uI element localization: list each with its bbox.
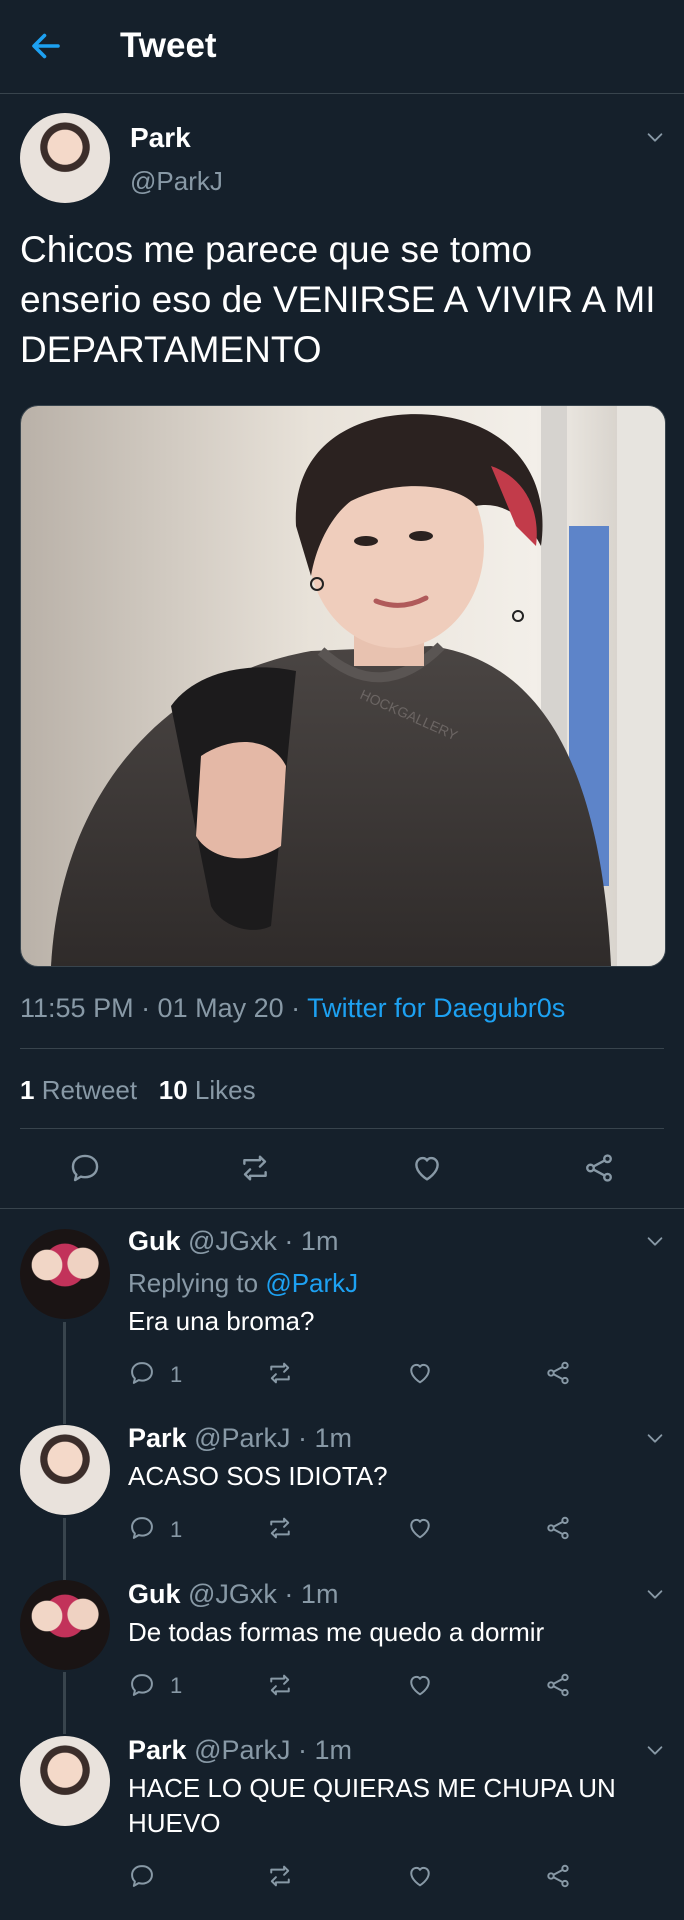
- reply-author[interactable]: Guk @JGxk · 1m: [128, 1579, 338, 1610]
- chevron-down-icon[interactable]: [644, 1583, 666, 1605]
- retweet-icon[interactable]: [266, 1862, 294, 1890]
- like-count[interactable]: 10: [159, 1075, 188, 1105]
- chevron-down-icon[interactable]: [644, 1739, 666, 1761]
- reply-icon[interactable]: [68, 1151, 102, 1185]
- reply-meta: @ParkJ · 1m: [186, 1735, 352, 1765]
- avatar[interactable]: [20, 1229, 110, 1319]
- share-icon[interactable]: [582, 1151, 616, 1185]
- share-icon[interactable]: [544, 1359, 572, 1387]
- thread-line: [63, 1672, 66, 1734]
- reply-author-name[interactable]: Guk: [128, 1226, 181, 1256]
- tweet-text: Chicos me parece que se tomo enserio eso…: [20, 229, 656, 370]
- reply-text: De todas formas me quedo a dormir: [128, 1617, 545, 1647]
- reply-count: 1: [170, 1362, 183, 1387]
- back-arrow-icon[interactable]: [28, 28, 64, 64]
- avatar[interactable]: [20, 1736, 110, 1826]
- reply-meta: @JGxk · 1m: [180, 1579, 339, 1609]
- reply-icon[interactable]: [128, 1359, 156, 1387]
- avatar[interactable]: [20, 1580, 110, 1670]
- client-source-link[interactable]: Twitter for Daegubr0s: [307, 993, 565, 1023]
- reply-author-name[interactable]: Park: [128, 1735, 187, 1765]
- reply-author-name[interactable]: Guk: [128, 1579, 181, 1609]
- reply-author[interactable]: Park @ParkJ · 1m: [128, 1423, 352, 1454]
- reply-count: 1: [170, 1673, 183, 1698]
- reply-author[interactable]: Guk @JGxk · 1m: [128, 1226, 338, 1257]
- retweet-icon[interactable]: [266, 1671, 294, 1699]
- like-icon[interactable]: [406, 1862, 434, 1890]
- photo-illustration: HOCKGALLERY: [21, 406, 665, 966]
- retweet-icon[interactable]: [266, 1514, 294, 1542]
- share-icon[interactable]: [544, 1862, 572, 1890]
- retweet-count[interactable]: 1: [20, 1075, 34, 1105]
- retweet-icon[interactable]: [238, 1151, 272, 1185]
- reply-text: ACASO SOS IDIOTA?: [128, 1461, 388, 1491]
- share-icon[interactable]: [544, 1514, 572, 1542]
- avatar[interactable]: [20, 113, 110, 203]
- divider: [20, 1048, 664, 1049]
- share-icon[interactable]: [544, 1671, 572, 1699]
- chevron-down-icon[interactable]: [644, 126, 666, 148]
- chevron-down-icon[interactable]: [644, 1427, 666, 1449]
- reply-icon[interactable]: [128, 1514, 156, 1542]
- time-text: 11:55 PM · 01 May 20 ·: [20, 993, 308, 1023]
- author-name[interactable]: Park: [130, 122, 191, 154]
- reply-author[interactable]: Park @ParkJ · 1m: [128, 1735, 352, 1766]
- like-icon[interactable]: [406, 1671, 434, 1699]
- reply-icon[interactable]: [128, 1671, 156, 1699]
- mention-link[interactable]: @ParkJ: [265, 1268, 358, 1298]
- divider: [0, 1208, 684, 1209]
- like-icon[interactable]: [410, 1151, 444, 1185]
- retweet-icon[interactable]: [266, 1359, 294, 1387]
- avatar[interactable]: [20, 1425, 110, 1515]
- reply-meta: @JGxk · 1m: [180, 1226, 339, 1256]
- tweet-timestamp: 11:55 PM · 01 May 20 · Twitter for Daegu…: [20, 993, 565, 1024]
- retweet-label[interactable]: Retweet: [42, 1075, 137, 1105]
- page-title: Tweet: [120, 26, 217, 65]
- divider: [20, 1128, 664, 1129]
- reply-text: HACE LO QUE QUIERAS ME CHUPA UN HUEVO: [128, 1773, 616, 1838]
- reply-text: Era una broma?: [128, 1306, 315, 1336]
- replying-to: Replying to @ParkJ: [128, 1268, 358, 1299]
- reply-count: 1: [170, 1517, 183, 1542]
- like-icon[interactable]: [406, 1359, 434, 1387]
- reply-meta: @ParkJ · 1m: [186, 1423, 352, 1453]
- reply-author-name[interactable]: Park: [128, 1423, 187, 1453]
- tweet-media-image[interactable]: HOCKGALLERY: [20, 405, 666, 967]
- thread-line: [63, 1322, 66, 1424]
- like-label[interactable]: Likes: [195, 1075, 256, 1105]
- thread-line: [63, 1518, 66, 1580]
- engagement-stats: 1 Retweet 10 Likes: [20, 1075, 256, 1106]
- author-handle[interactable]: @ParkJ: [130, 166, 223, 197]
- top-bar: Tweet: [0, 0, 684, 94]
- like-icon[interactable]: [406, 1514, 434, 1542]
- chevron-down-icon[interactable]: [644, 1230, 666, 1252]
- replying-label: Replying to: [128, 1268, 266, 1298]
- reply-icon[interactable]: [128, 1862, 156, 1890]
